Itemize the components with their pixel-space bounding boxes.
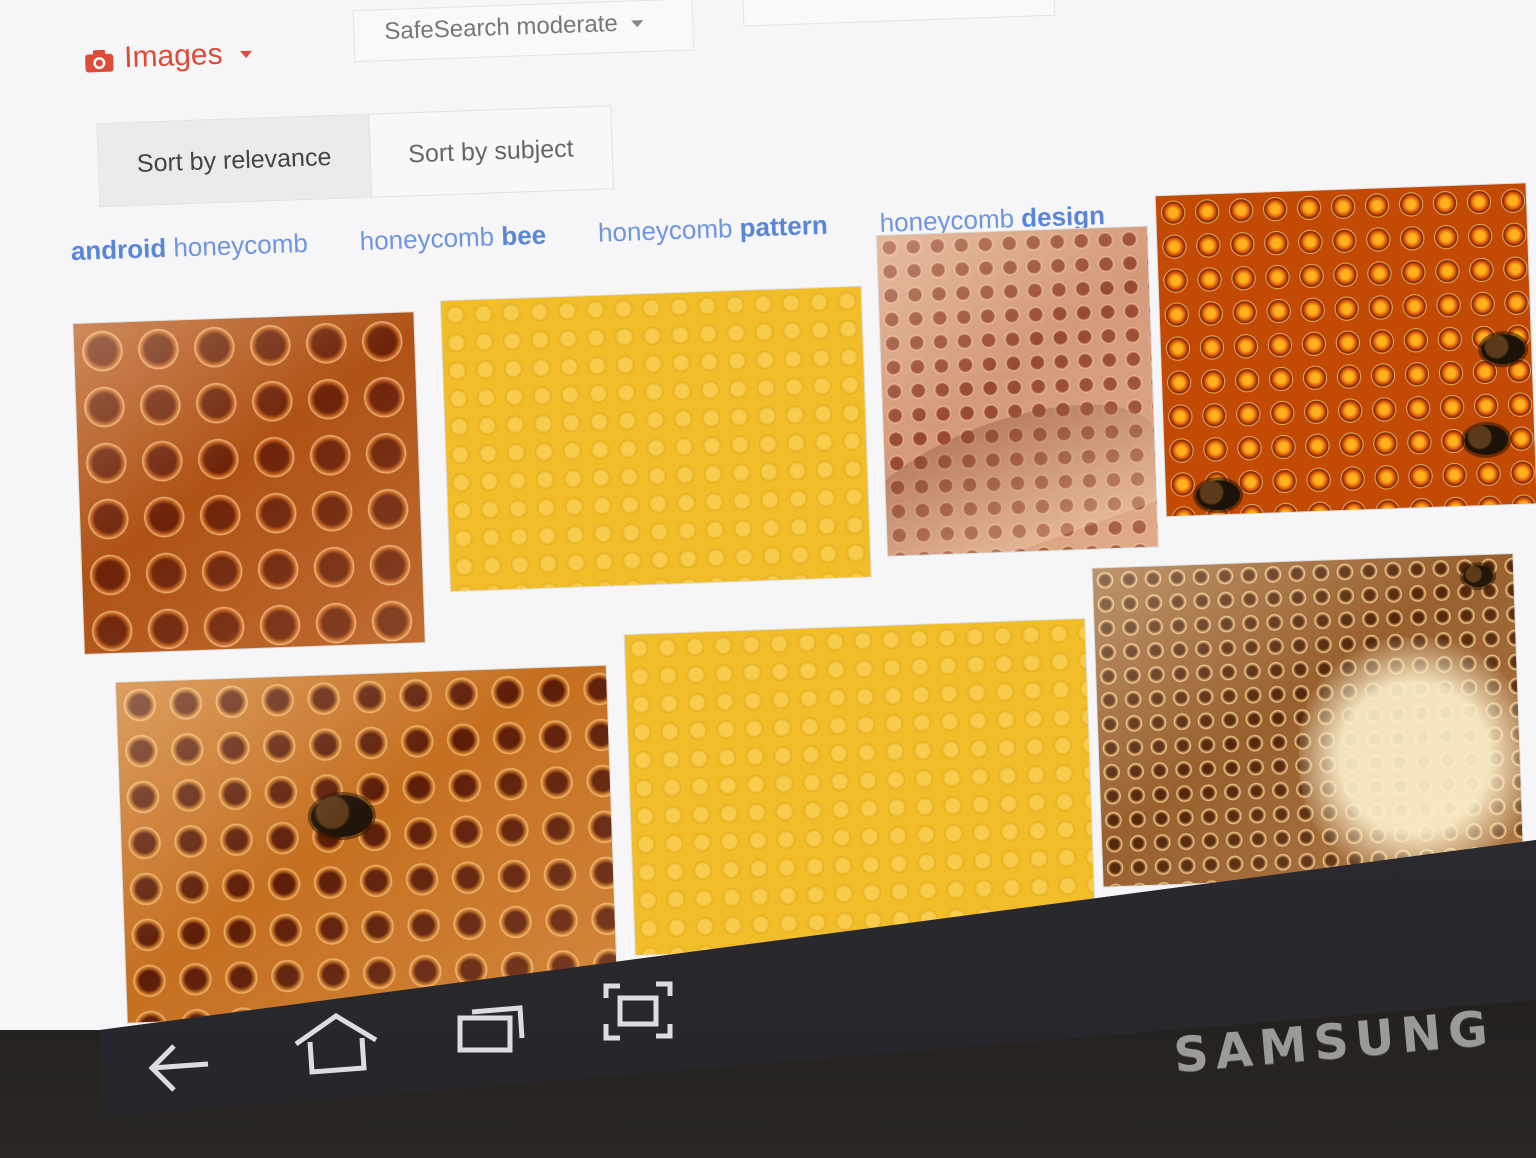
bee-image-detail bbox=[1480, 333, 1526, 366]
chevron-down-icon bbox=[631, 20, 644, 28]
safesearch-dropdown[interactable]: SafeSearch moderate bbox=[352, 0, 695, 63]
image-shading bbox=[115, 665, 618, 1023]
bee-image-detail bbox=[1463, 424, 1509, 456]
image-result-5[interactable] bbox=[115, 665, 618, 1023]
back-icon[interactable] bbox=[140, 1030, 220, 1110]
safesearch-label: SafeSearch moderate bbox=[383, 9, 619, 46]
toolbar-filter-field[interactable] bbox=[742, 0, 1056, 27]
image-result-2[interactable] bbox=[440, 286, 871, 592]
image-result-3[interactable] bbox=[876, 226, 1158, 556]
image-result-6[interactable] bbox=[624, 619, 1096, 955]
sort-by-subject-button[interactable]: Sort by subject bbox=[369, 106, 613, 196]
sort-by-relevance-button[interactable]: Sort by relevance bbox=[97, 114, 372, 207]
related-search-honeycomb-pattern[interactable]: honeycomb pattern bbox=[598, 210, 829, 249]
image-shading bbox=[1092, 554, 1524, 887]
image-result-4[interactable] bbox=[1155, 183, 1536, 517]
sort-toggle: Sort by relevance Sort by subject bbox=[96, 105, 614, 208]
images-menu[interactable]: Images bbox=[84, 34, 254, 80]
related-search-android-honeycomb[interactable]: android honeycomb bbox=[70, 228, 308, 267]
related-term-bold: pattern bbox=[739, 209, 829, 243]
home-icon[interactable] bbox=[288, 1006, 384, 1086]
related-term-bold: android bbox=[70, 232, 167, 267]
image-result-1[interactable] bbox=[73, 312, 425, 654]
related-search-honeycomb-bee[interactable]: honeycomb bee bbox=[359, 220, 546, 257]
image-result-7[interactable] bbox=[1092, 554, 1524, 887]
camera-icon bbox=[84, 47, 115, 73]
screenshot-icon[interactable] bbox=[598, 976, 678, 1056]
related-term-rest: honeycomb bbox=[359, 221, 502, 257]
related-term-rest: honeycomb bbox=[597, 212, 741, 248]
images-label: Images bbox=[123, 37, 224, 75]
recent-apps-icon[interactable] bbox=[450, 992, 530, 1072]
image-shading bbox=[876, 226, 1158, 556]
related-term-rest: honeycomb bbox=[165, 227, 309, 263]
related-term-bold: bee bbox=[500, 219, 547, 252]
top-toolbar: Images SafeSearch moderate bbox=[0, 0, 1520, 87]
image-shading bbox=[73, 312, 425, 654]
bee-image-detail bbox=[1195, 479, 1241, 512]
chevron-down-icon bbox=[240, 50, 253, 58]
